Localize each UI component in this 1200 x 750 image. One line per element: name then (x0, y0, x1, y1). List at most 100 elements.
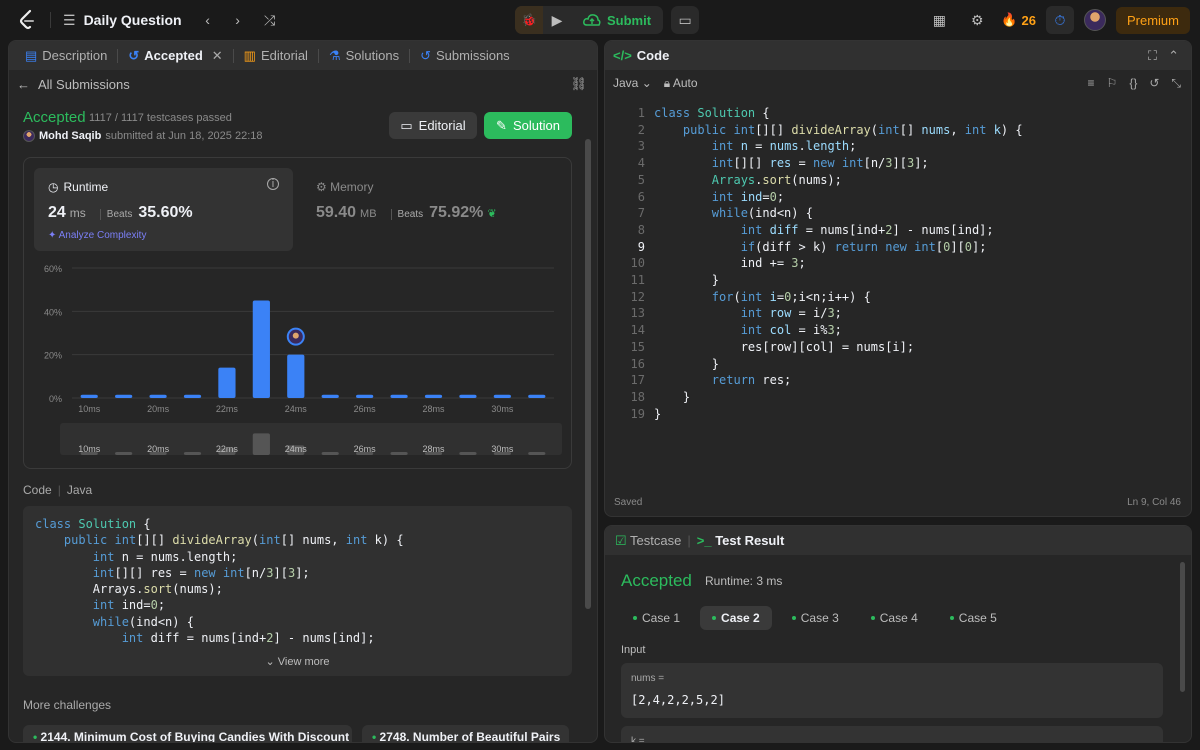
range-bar (390, 452, 408, 455)
case-tab[interactable]: Case 1 (621, 606, 692, 630)
case-tab[interactable]: Case 2 (700, 606, 772, 630)
memory-beats-pct: 75.92% (429, 204, 484, 221)
run-submit-group: 🐞 ▶ Submit (515, 6, 664, 34)
input-name: k = (631, 736, 645, 743)
case-tab[interactable]: Case 3 (780, 606, 851, 630)
tab-editorial[interactable]: ▥ Editorial (238, 41, 314, 70)
runtime-value: 24 ms Beats 35.60% (48, 204, 193, 222)
memory-number: 59.40 (316, 204, 357, 221)
code-section-header: Code | Java (23, 483, 92, 497)
challenge-title: 2144. Minimum Cost of Buying Candies Wit… (40, 730, 350, 743)
case-tab[interactable]: Case 5 (938, 606, 1009, 630)
solution-label: Solution (512, 118, 560, 133)
bug-icon: 🐞 (521, 13, 537, 27)
solution-button[interactable]: ✎ Solution (484, 112, 572, 139)
more-challenges-header: More challenges (23, 698, 112, 712)
editorial-button[interactable]: ▭ Editorial (389, 112, 477, 139)
case-label: Case 5 (958, 611, 997, 625)
case-label: Case 4 (879, 611, 918, 625)
random-question-button[interactable]: ⤮ (256, 6, 284, 34)
edit-icon: ✎ (496, 117, 507, 133)
braces-icon[interactable]: {} (1129, 76, 1137, 91)
bookmark-icon[interactable]: ⚐ (1107, 76, 1118, 91)
code-label: Code (23, 483, 52, 497)
x-tick-label: 28ms (422, 404, 445, 414)
tab-solutions[interactable]: ⚗ Solutions (323, 41, 405, 70)
streak-counter[interactable]: 🔥 26 (1001, 12, 1036, 28)
memory-card[interactable]: ⚙ Memory 59.40 MB Beats 75.92% ❦ (316, 168, 546, 251)
fire-icon: 🔥 (1001, 12, 1018, 27)
analyze-complexity-link[interactable]: ✦ Analyze Complexity (48, 230, 146, 241)
code-tab-bar: </> Code ⛶ ⌃ (605, 41, 1191, 70)
settings-button[interactable]: ⚙ (963, 6, 991, 34)
tab-separator (117, 48, 119, 63)
tab-description[interactable]: ▤ Description (19, 41, 113, 70)
close-icon[interactable]: ✕ (212, 48, 223, 64)
runtime-card[interactable]: ◷ Runtime i 24 ms Beats 35.60% ✦ Analyze … (34, 168, 293, 251)
language-select[interactable]: Java ⌄ (613, 76, 652, 90)
case-label: Case 3 (800, 611, 839, 625)
tab-test-result[interactable]: >_ Test Result (697, 533, 785, 548)
format-icon[interactable]: ≡ (1088, 76, 1095, 91)
tab-submissions[interactable]: ↺ Submissions (414, 41, 516, 70)
code-editor[interactable]: 1 2 3 4 5 6 7 8 9 10 11 12 13 14 15 16 17 18 19 class Solu… (605, 105, 1191, 465)
reset-icon[interactable]: ↺ (1149, 76, 1159, 91)
info-icon[interactable]: i (267, 178, 279, 190)
performance-stats: ◷ Runtime i 24 ms Beats 35.60% ✦ Analyze … (23, 157, 572, 469)
collapse-icon[interactable]: ⤡ (1171, 76, 1181, 91)
chevron-up-icon[interactable]: ⌃ (1168, 48, 1179, 64)
layout-button[interactable]: ▦ (925, 6, 953, 34)
tab-testcase[interactable]: ☑ Testcase (615, 533, 681, 549)
book-icon: ▥ (243, 47, 256, 63)
problem-list-button[interactable]: ☰ Daily Question (63, 12, 182, 29)
leetcode-logo-icon[interactable] (16, 9, 38, 31)
tab-label: Editorial (260, 48, 308, 63)
scrollbar[interactable] (1180, 562, 1185, 692)
next-question-button[interactable]: › (224, 6, 252, 34)
premium-button[interactable]: Premium (1115, 6, 1190, 34)
code-tab-label[interactable]: Code (637, 48, 670, 63)
range-bar (528, 452, 546, 455)
y-tick-label: 20% (44, 351, 62, 361)
lock-icon: 🔒︎ (663, 75, 671, 90)
link-icon[interactable]: ⛓ (570, 76, 587, 92)
challenge-item[interactable]: • 2144. Minimum Cost of Buying Candies W… (23, 725, 352, 743)
submit-button[interactable]: Submit (571, 6, 663, 34)
range-label: 10ms (78, 444, 101, 454)
debug-button[interactable]: 🐞 (515, 6, 543, 34)
range-label: 26ms (354, 444, 377, 454)
auto-mode[interactable]: 🔒︎ Auto (664, 76, 698, 91)
list-icon: ☰ (63, 11, 76, 28)
x-tick-label: 26ms (354, 404, 377, 414)
all-submissions-link[interactable]: ← All Submissions ⛓ (9, 70, 597, 98)
run-button[interactable]: ▶ (543, 6, 571, 34)
save-status: Saved (614, 497, 643, 508)
cloud-upload-icon (583, 14, 601, 26)
chart-bar (424, 394, 443, 398)
submitted-code: class Solution { public int[][] divideAr… (23, 506, 572, 676)
cursor-position: Ln 9, Col 46 (1127, 497, 1181, 508)
prev-question-button[interactable]: ‹ (194, 6, 222, 34)
tab-label: Submissions (435, 48, 510, 63)
submitter-name[interactable]: Mohd Saqib (39, 130, 101, 142)
streak-count: 26 (1021, 12, 1036, 28)
y-tick-label: 40% (44, 307, 62, 317)
maximize-icon[interactable]: ⛶ (1148, 48, 1157, 64)
play-icon: ▶ (551, 11, 563, 28)
sparkle-icon: ✦ (48, 230, 57, 241)
user-avatar[interactable] (1083, 9, 1106, 31)
view-more-button[interactable]: ⌄ View more (23, 654, 572, 670)
chart-bar (218, 367, 236, 398)
notes-group: ▭ (671, 6, 700, 34)
notes-button[interactable]: ▭ (671, 6, 699, 34)
language-label: Java (613, 76, 639, 90)
tab-accepted[interactable]: ↺ Accepted ✕ (122, 41, 228, 70)
case-tab[interactable]: Case 4 (859, 606, 930, 630)
range-label: 22ms (216, 444, 239, 454)
scrollbar[interactable] (585, 139, 591, 609)
challenge-item[interactable]: • 2748. Number of Beautiful Pairs (362, 725, 569, 742)
pass-dot (712, 616, 717, 620)
timer-button[interactable]: ⏱ (1045, 6, 1074, 34)
line-numbers: 1 2 3 4 5 6 7 8 9 10 11 12 13 14 15 16 17 18 19 (630, 106, 645, 421)
input-value: [2,4,2,2,5,2] (631, 693, 725, 707)
